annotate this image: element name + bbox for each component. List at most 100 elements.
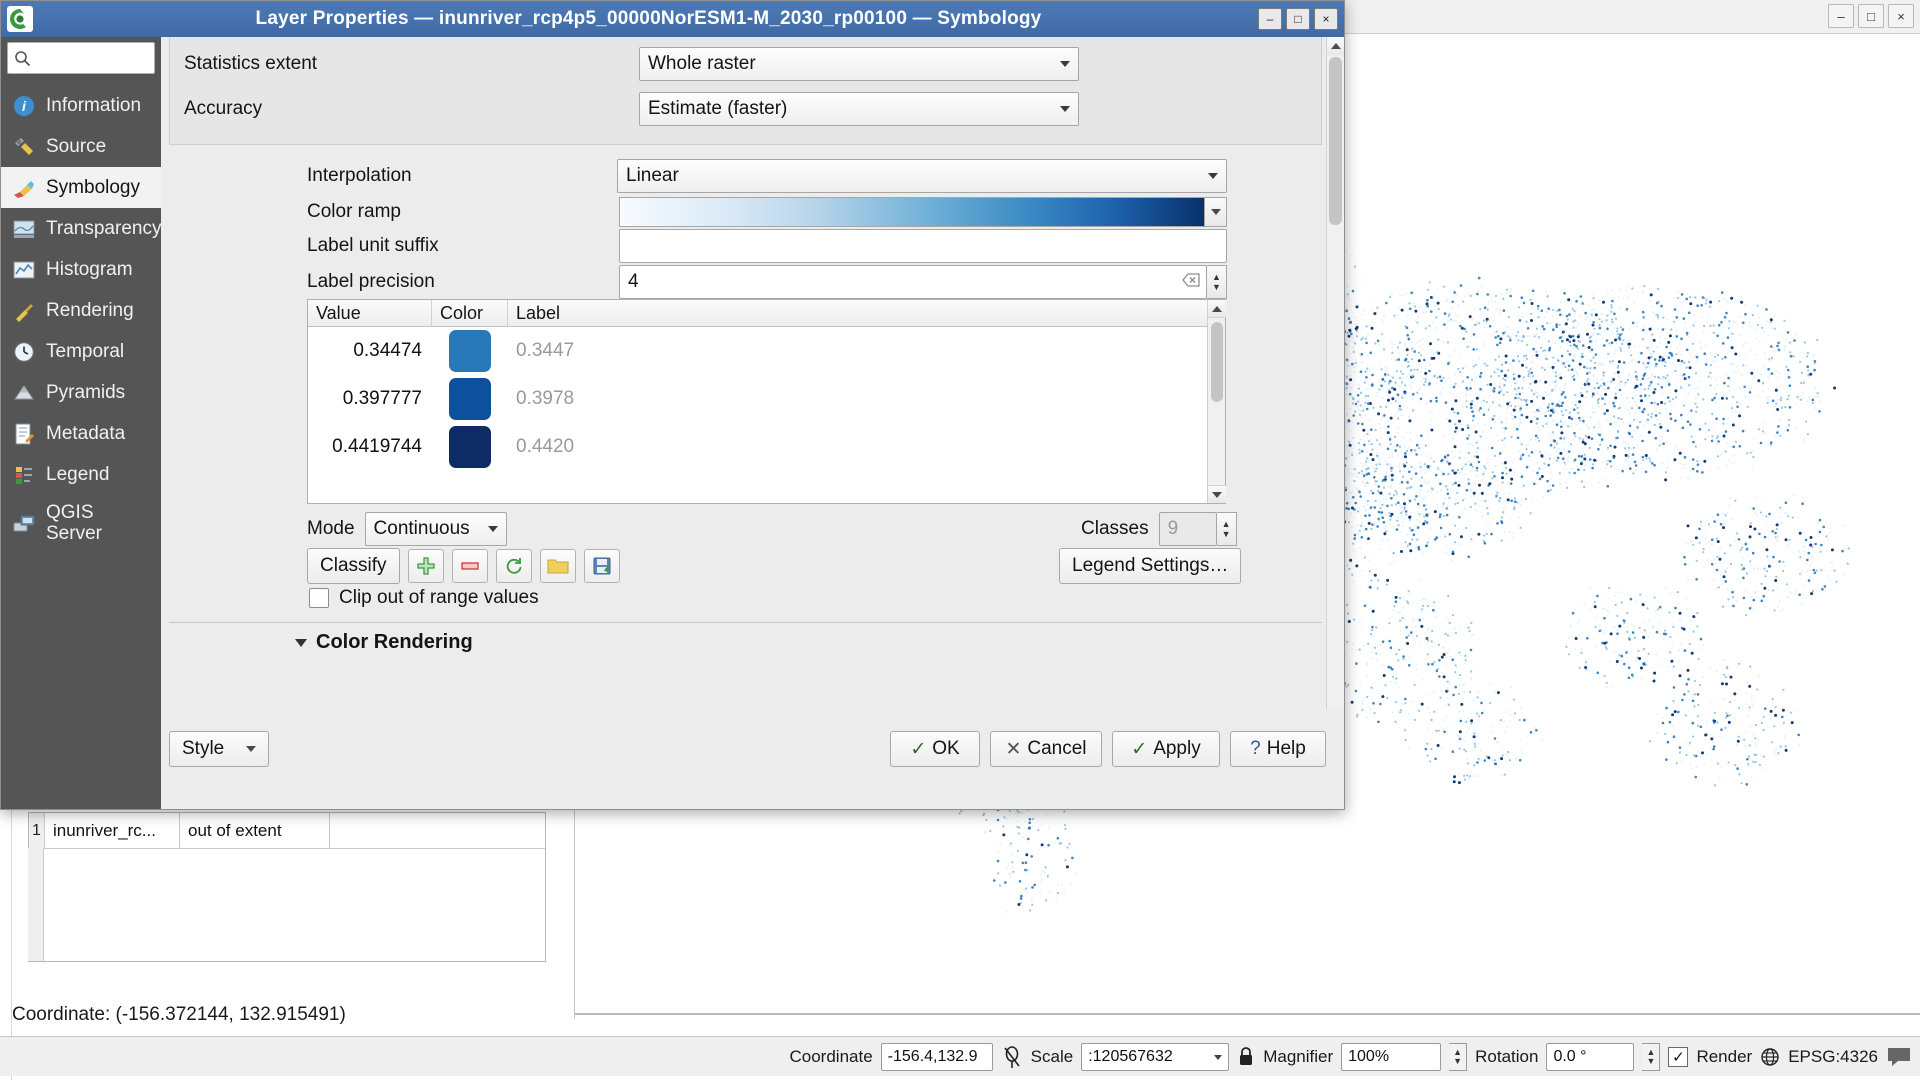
color-rendering-section-header[interactable]: Color Rendering xyxy=(295,631,473,654)
dialog-title-bar[interactable]: Layer Properties — inunriver_rcp4p5_0000… xyxy=(1,1,1344,37)
column-header-value[interactable]: Value xyxy=(308,300,432,326)
ok-button[interactable]: ✓ OK xyxy=(890,731,980,767)
column-header-label[interactable]: Label xyxy=(508,300,1207,326)
sidebar-item-rendering[interactable]: Rendering xyxy=(1,290,161,331)
label-precision-label: Label precision xyxy=(307,271,435,292)
messages-table: 1 inunriver_rc... out of extent xyxy=(28,812,546,962)
save-file-icon[interactable] xyxy=(583,549,620,583)
scrollbar-thumb[interactable] xyxy=(1210,322,1223,402)
reload-icon[interactable] xyxy=(495,549,532,583)
magnifier-field[interactable]: 100% xyxy=(1341,1043,1442,1071)
globe-icon[interactable] xyxy=(1760,1047,1780,1067)
cell-color[interactable] xyxy=(432,375,508,423)
magnifier-stepper[interactable]: ▲ ▼ xyxy=(1449,1043,1468,1071)
messages-icon[interactable] xyxy=(1886,1046,1912,1068)
scale-label: Scale xyxy=(1030,1047,1074,1066)
section-divider xyxy=(169,622,1322,623)
cell-value[interactable]: 0.397777 xyxy=(308,375,432,423)
help-button[interactable]: ? Help xyxy=(1230,731,1326,767)
sidebar-item-qgis-server[interactable]: QGIS Server xyxy=(1,495,161,551)
dialog-close-button[interactable]: × xyxy=(1314,8,1338,30)
scroll-up-button[interactable] xyxy=(1207,300,1226,318)
classes-input[interactable]: 9 xyxy=(1158,512,1217,546)
style-button[interactable]: Style xyxy=(169,731,269,767)
sidebar-item-information[interactable]: i Information xyxy=(1,85,161,126)
chevron-down-icon[interactable] xyxy=(295,638,307,647)
sidebar-search-input[interactable] xyxy=(7,42,155,74)
main-close-button[interactable]: × xyxy=(1888,4,1914,28)
classify-button[interactable]: Classify xyxy=(307,548,400,584)
accuracy-label: Accuracy xyxy=(184,98,263,119)
open-file-icon[interactable] xyxy=(539,549,576,583)
cell-color[interactable] xyxy=(432,423,508,471)
label-precision-input[interactable]: 4 xyxy=(619,265,1207,299)
cell-label[interactable]: 0.3447 xyxy=(508,327,1207,375)
sidebar-item-temporal[interactable]: Temporal xyxy=(1,331,161,372)
rotation-stepper[interactable]: ▲ ▼ xyxy=(1642,1043,1661,1071)
color-swatch[interactable] xyxy=(449,378,491,420)
classes-row: Classes 9 ▲ ▼ xyxy=(1081,512,1237,546)
main-minimize-button[interactable]: – xyxy=(1828,4,1854,28)
dialog-action-buttons: ✓ OK ✕ Cancel ✓ Apply ? Help xyxy=(890,731,1326,767)
table-row[interactable]: 0.397777 0.3978 xyxy=(308,375,1207,423)
layer-properties-dialog: Layer Properties — inunriver_rcp4p5_0000… xyxy=(0,0,1345,810)
color-ramp-preview[interactable] xyxy=(619,197,1205,227)
sidebar-item-transparency[interactable]: Transparency xyxy=(1,208,161,249)
cell-value[interactable]: 0.34474 xyxy=(308,327,432,375)
color-swatch[interactable] xyxy=(449,330,491,372)
clip-out-of-range-checkbox[interactable] xyxy=(309,588,329,608)
table-row[interactable]: 0.34474 0.3447 xyxy=(308,327,1207,375)
toggle-mouse-coordinate-icon[interactable] xyxy=(1001,1045,1023,1069)
add-entry-icon[interactable] xyxy=(407,549,444,583)
main-maximize-button[interactable]: □ xyxy=(1858,4,1884,28)
cell-value[interactable]: 0.4419744 xyxy=(308,423,432,471)
table-scrollbar[interactable] xyxy=(1207,300,1226,503)
lock-scale-icon[interactable] xyxy=(1237,1046,1255,1068)
clip-out-of-range-row[interactable]: Clip out of range values xyxy=(309,587,539,609)
cell-label[interactable]: 0.4420 xyxy=(508,423,1207,471)
cell-color[interactable] xyxy=(432,327,508,375)
column-header-color[interactable]: Color xyxy=(432,300,508,326)
color-swatch[interactable] xyxy=(449,426,491,468)
accuracy-combo[interactable]: Estimate (faster) xyxy=(639,92,1079,126)
cancel-button[interactable]: ✕ Cancel xyxy=(990,731,1102,767)
classes-stepper[interactable]: ▲ ▼ xyxy=(1216,512,1237,546)
table-row[interactable]: 1 inunriver_rc... out of extent xyxy=(29,813,545,849)
histogram-icon xyxy=(11,257,37,283)
page-scrollbar-thumb[interactable] xyxy=(1329,57,1342,225)
chevron-down-icon[interactable] xyxy=(1214,1054,1223,1060)
label-precision-spinbox[interactable]: 4 ▲ ▼ xyxy=(619,265,1227,299)
interpolation-combo[interactable]: Linear xyxy=(617,159,1227,193)
cell-label[interactable]: 0.3978 xyxy=(508,375,1207,423)
legend-settings-button[interactable]: Legend Settings… xyxy=(1059,548,1242,584)
label-precision-stepper[interactable]: ▲ ▼ xyxy=(1207,265,1227,299)
color-ramp-picker[interactable] xyxy=(619,197,1227,227)
table-row[interactable]: 0.4419744 0.4420 xyxy=(308,423,1207,471)
statistics-group: Statistics extent Whole raster Accuracy … xyxy=(169,37,1322,145)
sidebar-item-symbology[interactable]: Symbology xyxy=(1,167,161,208)
clear-icon[interactable] xyxy=(1182,271,1200,293)
classes-spinbox[interactable]: 9 ▲ ▼ xyxy=(1158,512,1237,546)
sidebar-item-legend[interactable]: Legend xyxy=(1,454,161,495)
page-scroll-up-button[interactable] xyxy=(1326,37,1344,55)
sidebar-item-source[interactable]: Source xyxy=(1,126,161,167)
scale-field[interactable]: :120567632 xyxy=(1081,1043,1230,1071)
sidebar-item-histogram[interactable]: Histogram xyxy=(1,249,161,290)
rendering-icon xyxy=(11,298,37,324)
coordinate-field[interactable]: -156.4,132.9 xyxy=(880,1043,993,1071)
crs-label[interactable]: EPSG:4326 xyxy=(1788,1047,1878,1067)
mode-combo[interactable]: Continuous xyxy=(364,512,507,546)
dialog-maximize-button[interactable]: □ xyxy=(1286,8,1310,30)
page-scrollbar[interactable] xyxy=(1326,37,1344,809)
statistics-extent-combo[interactable]: Whole raster xyxy=(639,47,1079,81)
sidebar-item-metadata[interactable]: Metadata xyxy=(1,413,161,454)
remove-entry-icon[interactable] xyxy=(451,549,488,583)
rotation-field[interactable]: 0.0 ° xyxy=(1546,1043,1635,1071)
dialog-minimize-button[interactable]: – xyxy=(1258,8,1282,30)
render-checkbox[interactable]: ✓ xyxy=(1668,1047,1689,1067)
color-ramp-dropdown-button[interactable] xyxy=(1205,197,1227,227)
sidebar-item-pyramids[interactable]: Pyramids xyxy=(1,372,161,413)
label-unit-suffix-input[interactable] xyxy=(619,229,1227,263)
scroll-down-button[interactable] xyxy=(1207,485,1226,503)
apply-button[interactable]: ✓ Apply xyxy=(1112,731,1220,767)
